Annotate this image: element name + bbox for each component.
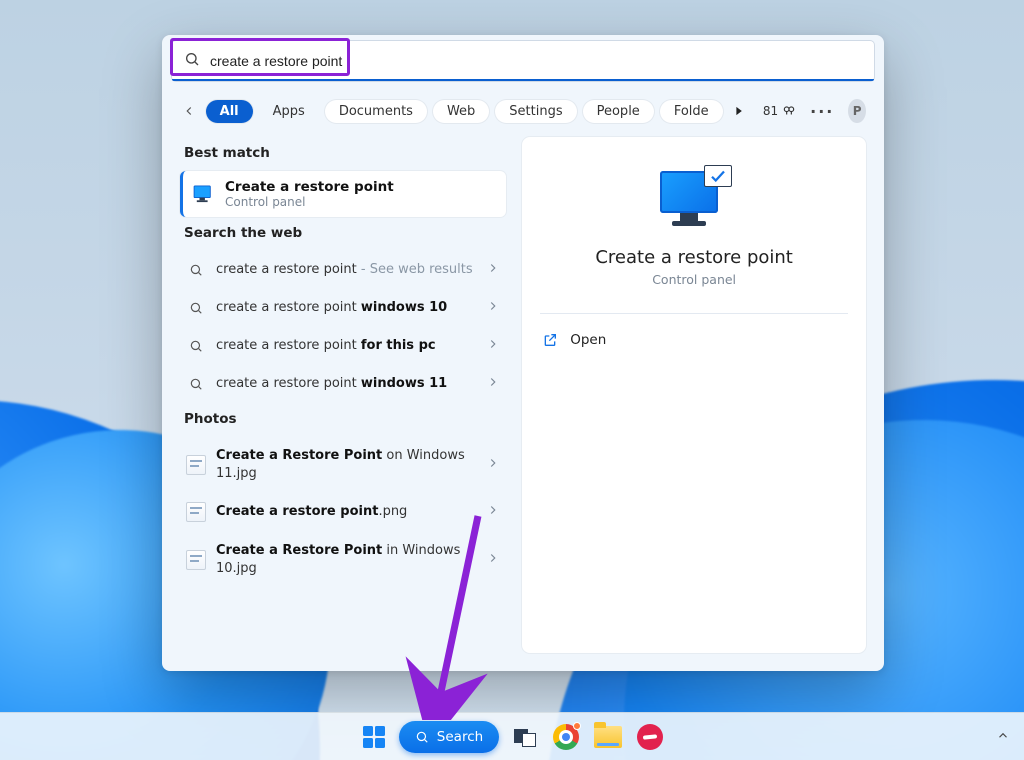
open-external-icon <box>542 332 558 348</box>
app-red-circle-icon <box>637 724 663 750</box>
photo-result[interactable]: Create a Restore Point on Windows 11.jpg <box>180 437 506 492</box>
tabs-overflow-button[interactable] <box>731 104 747 118</box>
back-button[interactable] <box>180 99 198 123</box>
section-photos-header: Photos <box>180 403 506 437</box>
account-avatar[interactable]: P <box>848 99 866 123</box>
best-match-result[interactable]: Create a restore point Control panel <box>180 171 506 217</box>
search-field[interactable] <box>172 41 874 81</box>
task-view-button[interactable] <box>507 720 541 754</box>
taskbar-search-label: Search <box>437 729 483 745</box>
search-icon <box>186 301 206 315</box>
best-match-title: Create a restore point <box>225 179 394 195</box>
photo-result[interactable]: Create a Restore Point in Windows 10.jpg <box>180 532 506 587</box>
photo-thumbnail-icon <box>186 550 206 570</box>
section-best-match-header: Best match <box>180 137 506 171</box>
search-icon <box>186 263 206 277</box>
search-icon <box>184 51 200 71</box>
search-icon <box>415 730 429 744</box>
notification-dot-icon <box>573 722 581 730</box>
taskbar: Search <box>0 712 1024 760</box>
rewards-badge[interactable]: 81 <box>763 104 796 118</box>
search-input[interactable] <box>210 53 862 69</box>
divider <box>540 313 848 314</box>
more-menu-button[interactable]: ··· <box>804 102 840 121</box>
tab-apps[interactable]: Apps <box>259 100 319 123</box>
web-result[interactable]: create a restore point windows 11 <box>180 365 506 403</box>
photo-thumbnail-icon <box>186 502 206 522</box>
open-action[interactable]: Open <box>540 326 848 354</box>
web-result[interactable]: create a restore point windows 10 <box>180 289 506 327</box>
windows-logo-icon <box>357 720 391 754</box>
tab-documents[interactable]: Documents <box>325 100 427 123</box>
app-taskbar-button[interactable] <box>633 720 667 754</box>
filter-tabs: All Apps Documents Web Settings People F… <box>162 81 884 133</box>
chevron-right-icon <box>486 456 500 474</box>
open-action-label: Open <box>570 332 606 348</box>
start-button[interactable] <box>357 720 391 754</box>
start-search-panel: All Apps Documents Web Settings People F… <box>162 35 884 671</box>
system-tray-overflow-button[interactable] <box>996 727 1010 746</box>
chevron-right-icon <box>486 299 500 317</box>
preview-subtitle: Control panel <box>652 272 736 287</box>
photo-result[interactable]: Create a restore point.png <box>180 492 506 532</box>
monitor-check-icon <box>658 167 730 229</box>
chrome-taskbar-button[interactable] <box>549 720 583 754</box>
preview-title: Create a restore point <box>595 247 793 268</box>
chevron-right-icon <box>486 503 500 521</box>
results-list: Best match Create a restore point Contro… <box>180 137 506 653</box>
chevron-right-icon <box>486 551 500 569</box>
tab-settings[interactable]: Settings <box>495 100 576 123</box>
photo-thumbnail-icon <box>186 455 206 475</box>
web-result[interactable]: create a restore point - See web results <box>180 251 506 289</box>
preview-pane: Create a restore point Control panel Ope… <box>522 137 866 653</box>
tab-folders[interactable]: Folde <box>660 100 723 123</box>
chevron-right-icon <box>486 337 500 355</box>
tab-all[interactable]: All <box>206 100 253 123</box>
tab-web[interactable]: Web <box>433 100 489 123</box>
web-result[interactable]: create a restore point for this pc <box>180 327 506 365</box>
best-match-subtitle: Control panel <box>225 195 394 209</box>
search-icon <box>186 377 206 391</box>
section-search-web-header: Search the web <box>180 217 506 251</box>
search-icon <box>186 339 206 353</box>
taskbar-search-button[interactable]: Search <box>399 721 499 753</box>
chevron-right-icon <box>486 261 500 279</box>
folder-icon <box>594 726 622 748</box>
chevron-right-icon <box>486 375 500 393</box>
monitor-icon <box>193 185 215 203</box>
tab-people[interactable]: People <box>583 100 654 123</box>
file-explorer-taskbar-button[interactable] <box>591 720 625 754</box>
